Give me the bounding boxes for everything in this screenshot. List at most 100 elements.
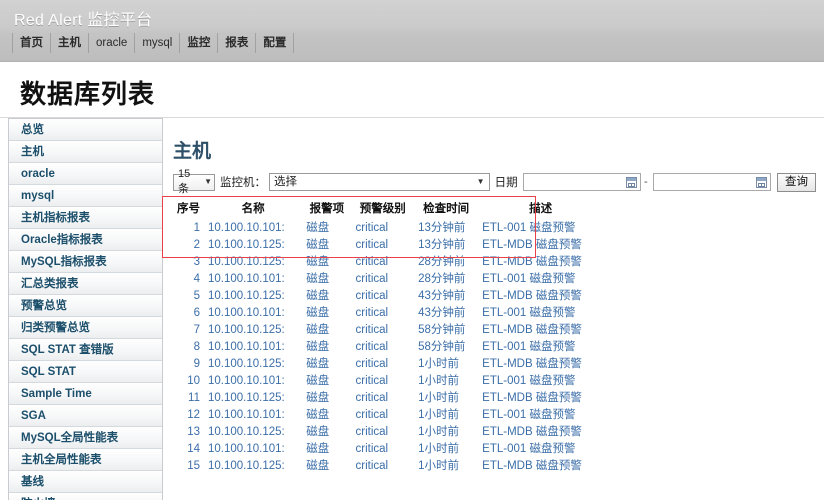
row-check-time: 1小时前 bbox=[418, 425, 459, 438]
row-name[interactable]: 10.100.10.125: bbox=[204, 236, 302, 253]
page-title: 数据库列表 bbox=[20, 80, 156, 109]
table-row[interactable]: 13 10.100.10.125: 磁盘 critical 1小时前 ETL-MDB 磁盘… bbox=[173, 423, 603, 440]
table-row[interactable]: 1 10.100.10.101: 磁盘 critical 13分钟前 ETL-001 磁盘… bbox=[173, 219, 603, 236]
row-description[interactable]: ETL-001 磁盘预警 bbox=[478, 440, 603, 457]
nav-separator bbox=[293, 33, 295, 53]
nav-item-2[interactable]: oracle bbox=[89, 33, 134, 53]
row-index: 15 bbox=[187, 459, 200, 472]
row-alarm-item: 磁盘 bbox=[306, 459, 330, 472]
sidebar-item-15[interactable]: 主机全局性能表 bbox=[9, 449, 162, 471]
table-row[interactable]: 2 10.100.10.125: 磁盘 critical 13分钟前 ETL-MDB 磁盘… bbox=[173, 236, 603, 253]
row-description[interactable]: ETL-001 磁盘预警 bbox=[478, 406, 603, 423]
sidebar-item-12[interactable]: Sample Time bbox=[9, 383, 162, 405]
row-name[interactable]: 10.100.10.125: bbox=[204, 321, 302, 338]
row-check-time: 1小时前 bbox=[418, 459, 459, 472]
row-name[interactable]: 10.100.10.101: bbox=[204, 270, 302, 287]
row-alarm-item: 磁盘 bbox=[306, 442, 330, 455]
date-from-input[interactable] bbox=[522, 173, 641, 191]
row-description[interactable]: ETL-001 磁盘预警 bbox=[478, 219, 603, 236]
calendar-icon[interactable] bbox=[756, 177, 767, 188]
row-name[interactable]: 10.100.10.125: bbox=[204, 389, 302, 406]
table-row[interactable]: 8 10.100.10.101: 磁盘 critical 58分钟前 ETL-001 磁盘… bbox=[173, 338, 603, 355]
row-alarm-level: critical bbox=[355, 459, 389, 472]
row-index: 5 bbox=[193, 289, 200, 302]
row-description[interactable]: ETL-MDB 磁盘预警 bbox=[478, 423, 603, 440]
sidebar-item-4[interactable]: 主机指标报表 bbox=[9, 207, 162, 229]
sidebar-item-14[interactable]: MySQL全局性能表 bbox=[9, 427, 162, 449]
row-description[interactable]: ETL-MDB 磁盘预警 bbox=[478, 287, 603, 304]
row-description[interactable]: ETL-MDB 磁盘预警 bbox=[478, 236, 603, 253]
row-name[interactable]: 10.100.10.125: bbox=[204, 253, 302, 270]
table-row[interactable]: 6 10.100.10.101: 磁盘 critical 43分钟前 ETL-001 磁盘… bbox=[173, 304, 603, 321]
sidebar-item-10[interactable]: SQL STAT 查错版 bbox=[9, 339, 162, 361]
alerts-table-wrapper: 序号 名称 报警项 预警级别 检查时间 描述 1 10.100.10.101: 磁盘 criti… bbox=[162, 196, 603, 474]
row-alarm-item: 磁盘 bbox=[306, 425, 330, 438]
nav-item-4[interactable]: 监控 bbox=[180, 33, 217, 53]
row-index: 13 bbox=[187, 425, 200, 438]
sidebar-item-0[interactable]: 总览 bbox=[9, 119, 162, 141]
table-row[interactable]: 5 10.100.10.125: 磁盘 critical 43分钟前 ETL-MDB 磁盘… bbox=[173, 287, 603, 304]
row-description[interactable]: ETL-001 磁盘预警 bbox=[478, 270, 603, 287]
page-size-select[interactable]: 15条 ▼ bbox=[173, 168, 215, 195]
table-row[interactable]: 15 10.100.10.125: 磁盘 critical 1小时前 ETL-MDB 磁盘… bbox=[173, 457, 603, 474]
table-column-header-4: 检查时间 bbox=[423, 203, 470, 215]
table-row[interactable]: 10 10.100.10.101: 磁盘 critical 1小时前 ETL-001 磁盘… bbox=[173, 372, 603, 389]
sidebar-item-2[interactable]: oracle bbox=[9, 163, 162, 185]
row-alarm-item: 磁盘 bbox=[306, 340, 330, 353]
table-row[interactable]: 12 10.100.10.101: 磁盘 critical 1小时前 ETL-001 磁盘… bbox=[173, 406, 603, 423]
row-description[interactable]: ETL-MDB 磁盘预警 bbox=[478, 457, 603, 474]
sidebar-item-1[interactable]: 主机 bbox=[9, 141, 162, 163]
table-row[interactable]: 3 10.100.10.125: 磁盘 critical 28分钟前 ETL-MDB 磁盘… bbox=[173, 253, 603, 270]
row-name[interactable]: 10.100.10.101: bbox=[204, 440, 302, 457]
nav-item-6[interactable]: 配置 bbox=[256, 33, 293, 53]
app-brand-title: Red Alert 监控平台 bbox=[14, 12, 153, 29]
row-name[interactable]: 10.100.10.101: bbox=[204, 219, 302, 236]
row-name[interactable]: 10.100.10.101: bbox=[204, 406, 302, 423]
sidebar-item-17[interactable]: 防火墙 bbox=[9, 493, 162, 500]
row-index: 14 bbox=[187, 442, 200, 455]
sidebar-item-11[interactable]: SQL STAT bbox=[9, 361, 162, 383]
table-row[interactable]: 11 10.100.10.125: 磁盘 critical 1小时前 ETL-MDB 磁盘… bbox=[173, 389, 603, 406]
query-button[interactable]: 查询 bbox=[777, 172, 816, 192]
date-to-input[interactable] bbox=[652, 173, 771, 191]
row-description[interactable]: ETL-MDB 磁盘预警 bbox=[478, 355, 603, 372]
sidebar-item-8[interactable]: 预警总览 bbox=[9, 295, 162, 317]
row-name[interactable]: 10.100.10.125: bbox=[204, 287, 302, 304]
sidebar-item-3[interactable]: mysql bbox=[9, 185, 162, 207]
row-name[interactable]: 10.100.10.101: bbox=[204, 372, 302, 389]
row-alarm-item: 磁盘 bbox=[306, 255, 330, 268]
calendar-icon[interactable] bbox=[625, 177, 637, 188]
row-alarm-level: critical bbox=[355, 323, 389, 336]
sidebar-item-9[interactable]: 归类预警总览 bbox=[9, 317, 162, 339]
row-name[interactable]: 10.100.10.125: bbox=[204, 457, 302, 474]
row-name[interactable]: 10.100.10.125: bbox=[204, 355, 302, 372]
date-range-separator: - bbox=[643, 176, 648, 188]
table-row[interactable]: 9 10.100.10.125: 磁盘 critical 1小时前 ETL-MDB 磁盘预… bbox=[173, 355, 603, 372]
row-name[interactable]: 10.100.10.101: bbox=[204, 338, 302, 355]
app-header: Red Alert 监控平台 首页 主机 oracle mysql 监控 报表 配置 bbox=[0, 0, 824, 62]
row-description[interactable]: ETL-MDB 磁盘预警 bbox=[478, 321, 603, 338]
table-row[interactable]: 7 10.100.10.125: 磁盘 critical 58分钟前 ETL-MDB 磁盘… bbox=[173, 321, 603, 338]
sidebar-item-7[interactable]: 汇总类报表 bbox=[9, 273, 162, 295]
row-name[interactable]: 10.100.10.101: bbox=[204, 304, 302, 321]
nav-item-5[interactable]: 报表 bbox=[218, 33, 255, 53]
nav-item-1[interactable]: 主机 bbox=[51, 33, 88, 53]
row-description[interactable]: ETL-MDB 磁盘预警 bbox=[478, 389, 603, 406]
sidebar-item-13[interactable]: SGA bbox=[9, 405, 162, 427]
row-description[interactable]: ETL-001 磁盘预警 bbox=[478, 338, 603, 355]
row-description[interactable]: ETL-MDB 磁盘预警 bbox=[478, 253, 603, 270]
row-description[interactable]: ETL-001 磁盘预警 bbox=[478, 304, 603, 321]
row-check-time: 1小时前 bbox=[418, 391, 459, 404]
table-row[interactable]: 4 10.100.10.101: 磁盘 critical 28分钟前 ETL-001 磁盘… bbox=[173, 270, 603, 287]
row-description[interactable]: ETL-001 磁盘预警 bbox=[478, 372, 603, 389]
sidebar-item-5[interactable]: Oracle指标报表 bbox=[9, 229, 162, 251]
sidebar-item-6[interactable]: MySQL指标报表 bbox=[9, 251, 162, 273]
row-alarm-level: critical bbox=[355, 221, 389, 234]
table-row[interactable]: 14 10.100.10.101: 磁盘 critical 1小时前 ETL-001 磁盘… bbox=[173, 440, 603, 457]
row-alarm-item: 磁盘 bbox=[306, 289, 330, 302]
nav-item-3[interactable]: mysql bbox=[135, 33, 179, 53]
sidebar-item-16[interactable]: 基线 bbox=[9, 471, 162, 493]
monitor-host-select[interactable]: 选择 ▼ bbox=[269, 173, 490, 191]
nav-item-0[interactable]: 首页 bbox=[13, 33, 50, 53]
row-name[interactable]: 10.100.10.125: bbox=[204, 423, 302, 440]
